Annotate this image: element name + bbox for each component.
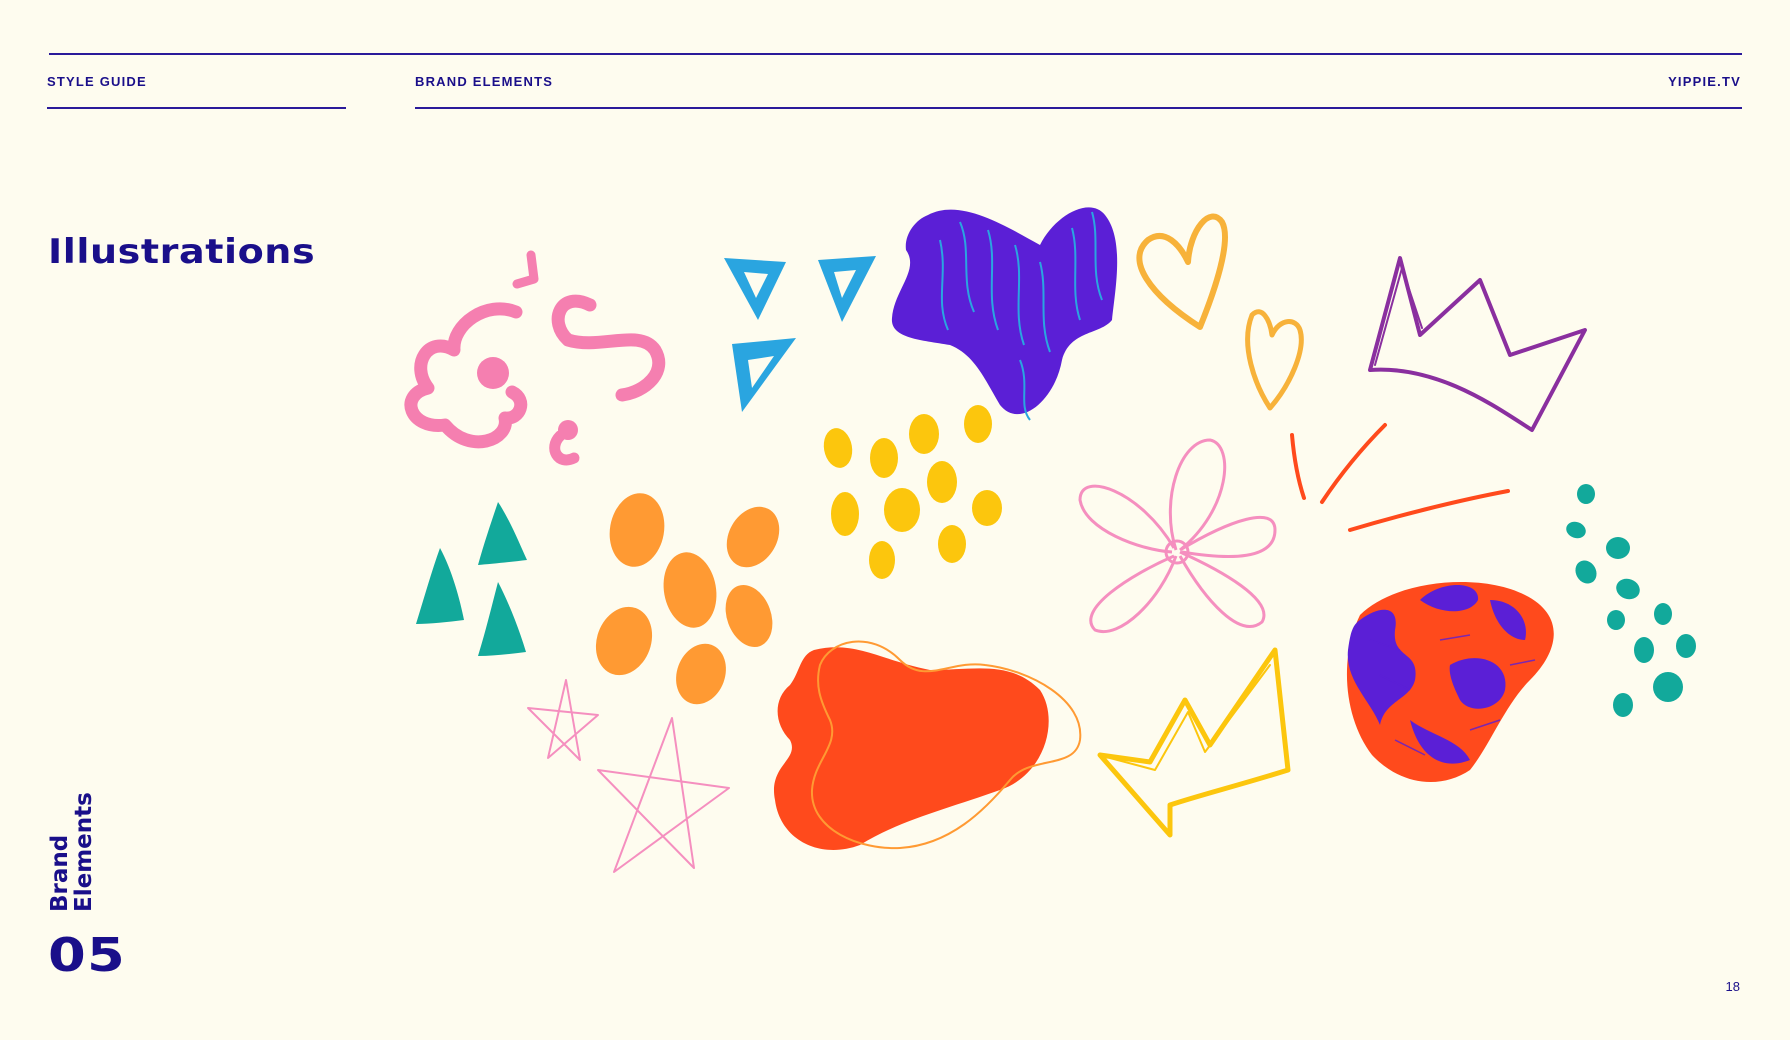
center-underline	[415, 107, 1742, 109]
pink-squiggle-illustration	[404, 250, 666, 466]
vertical-section-label: Brand Elements	[47, 792, 97, 912]
teal-dots-illustration	[1566, 484, 1696, 717]
textured-blob-illustration	[1346, 581, 1554, 782]
yellow-crown-illustration	[1097, 647, 1291, 838]
blue-triangles-illustration	[724, 256, 876, 412]
pink-flower-illustration	[1078, 438, 1277, 633]
orange-hearts-illustration	[1136, 213, 1304, 411]
orange-dots-illustration	[595, 493, 780, 705]
pink-stars-illustration	[527, 679, 730, 873]
purple-crown-illustration	[1368, 256, 1587, 432]
top-rule	[49, 53, 1742, 55]
vertical-label-line2: Elements	[71, 792, 97, 912]
blue-triangles-holes	[744, 270, 856, 388]
purple-blob-illustration	[891, 207, 1118, 421]
left-underline	[47, 107, 346, 109]
illustrations-artwork	[404, 207, 1696, 873]
header-brand-elements: BRAND ELEMENTS	[415, 74, 554, 89]
header-site-link[interactable]: YIPPIE.TV	[1668, 74, 1741, 89]
red-blob-illustration	[773, 640, 1082, 850]
yellow-dots-illustration	[823, 405, 1002, 579]
teal-triangles-illustration	[416, 502, 527, 656]
page-title: Illustrations	[48, 232, 316, 272]
page-number: 18	[1725, 979, 1740, 994]
red-strokes-illustration	[1290, 423, 1510, 532]
header-style-guide: STYLE GUIDE	[47, 74, 147, 89]
section-number: 05	[48, 928, 126, 982]
vertical-label-line1: Brand	[47, 834, 73, 912]
